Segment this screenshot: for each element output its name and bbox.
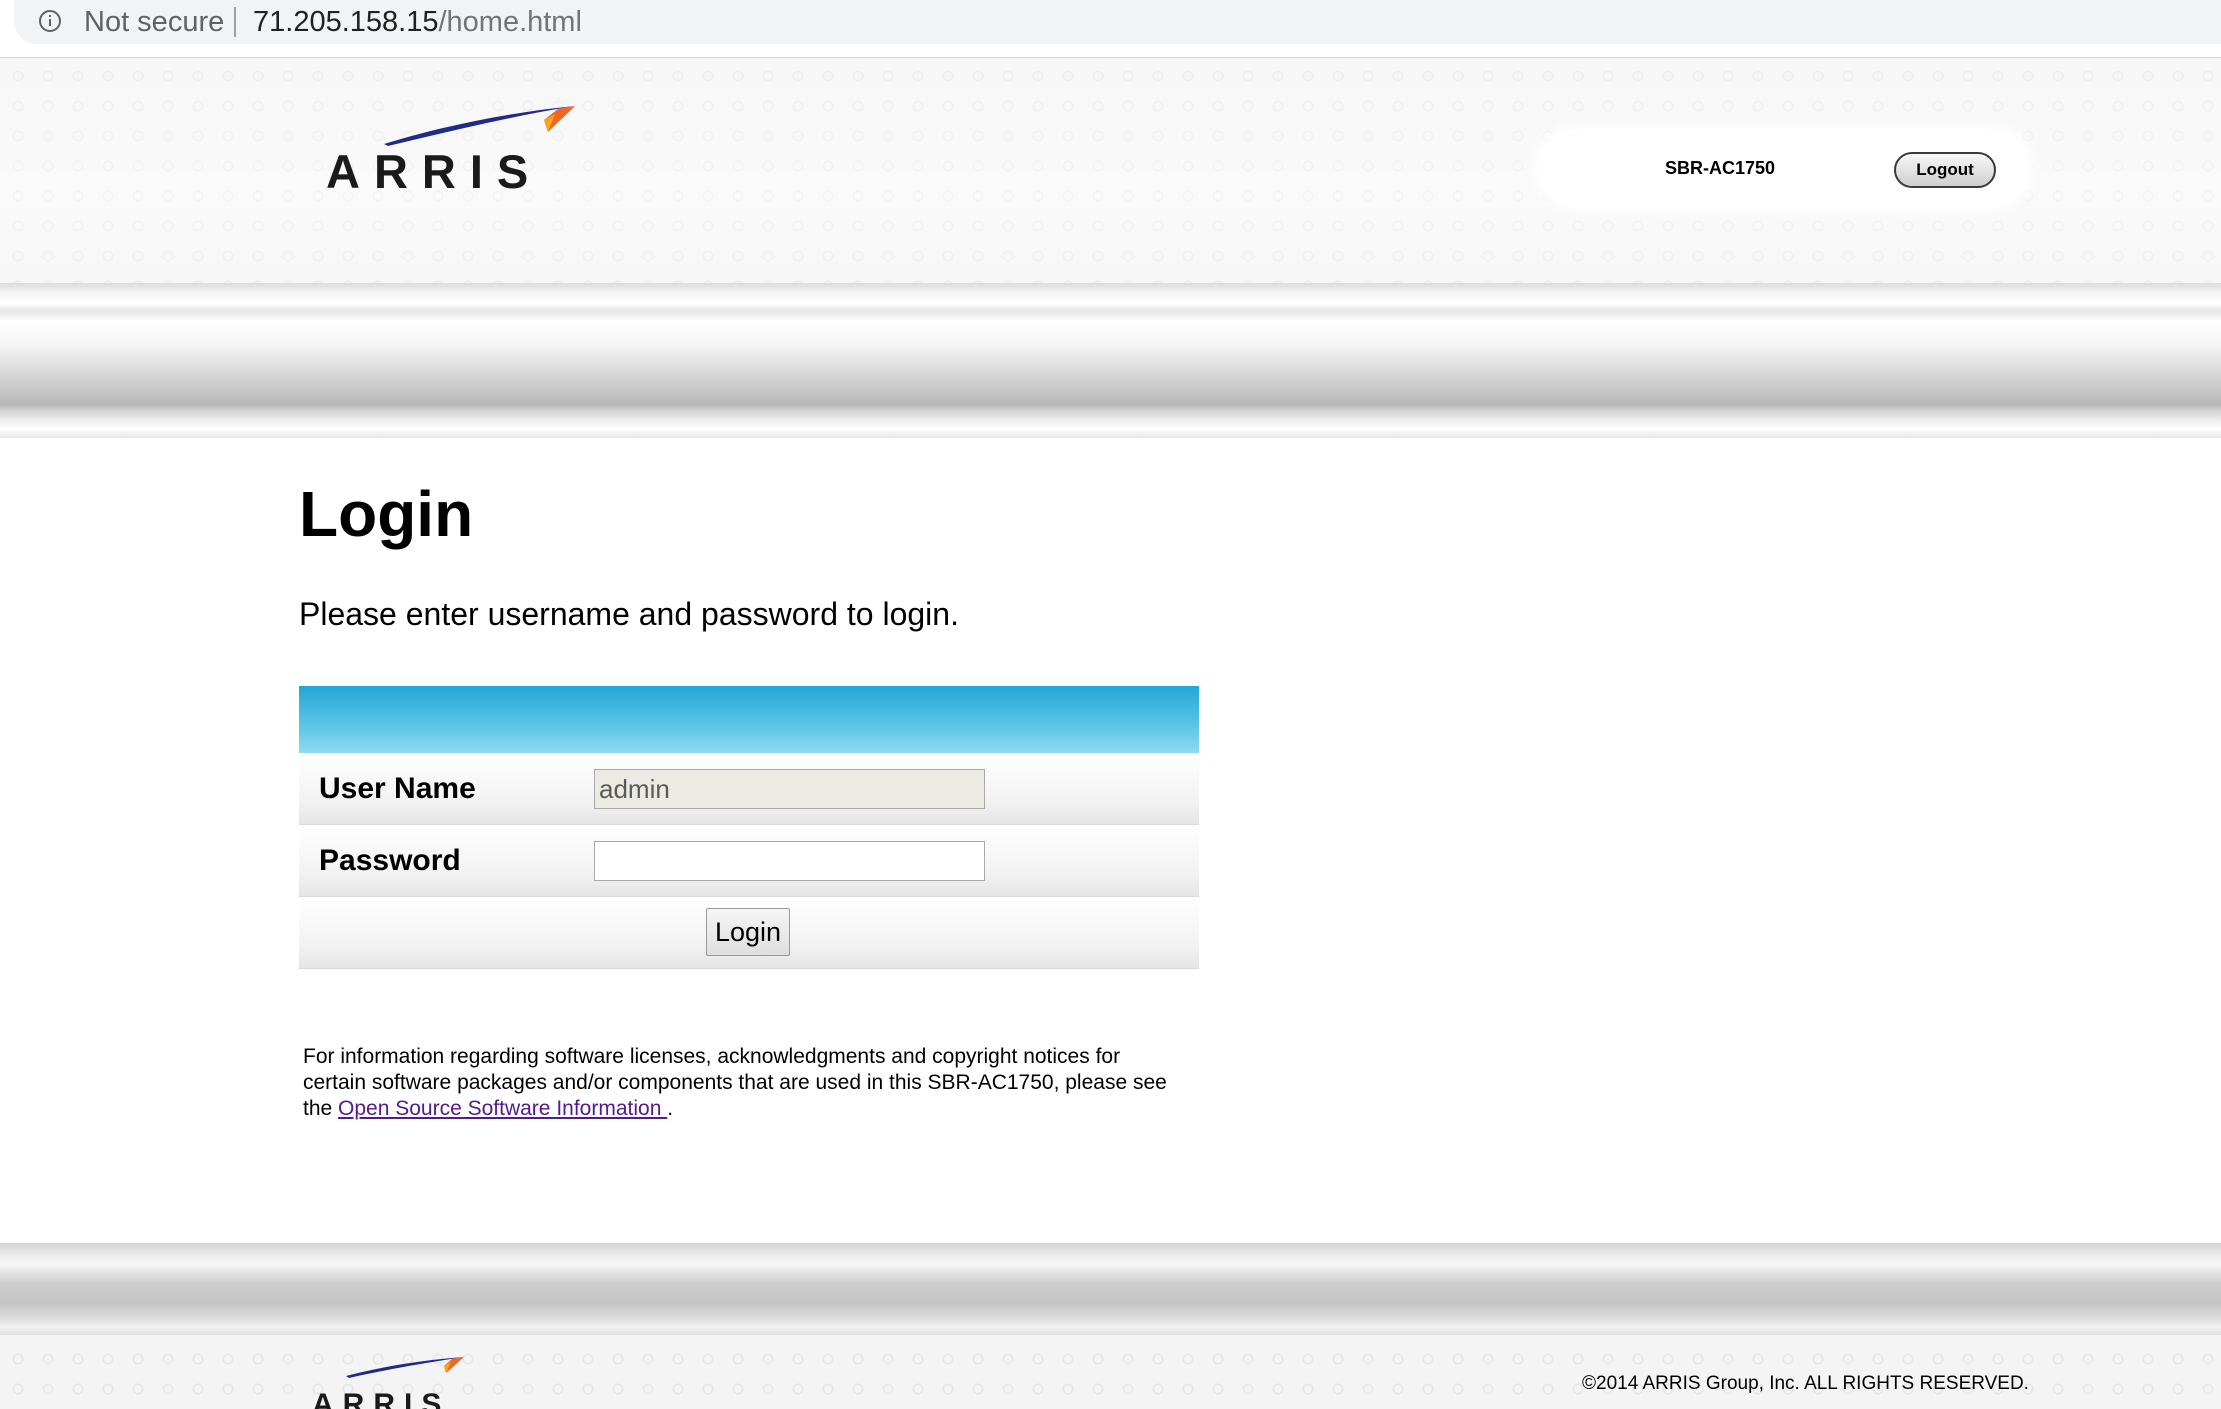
- info-circle-icon[interactable]: [38, 9, 62, 33]
- address-separator: [234, 7, 236, 37]
- logout-button[interactable]: Logout: [1894, 152, 1996, 188]
- password-label: Password: [319, 844, 461, 877]
- footer-brand-text: ARRIS: [312, 1388, 451, 1409]
- footer-logo: ARRIS: [300, 1354, 500, 1409]
- url-text[interactable]: 71.205.158.15/home.html: [253, 4, 582, 40]
- navigation-band: [0, 283, 2221, 438]
- oss-notice: For information regarding software licen…: [303, 1044, 1183, 1122]
- login-form-header: [299, 686, 1199, 753]
- browser-address-bar: Not secure 71.205.158.15/home.html: [0, 0, 2221, 58]
- login-button[interactable]: Login: [706, 908, 790, 956]
- oss-notice-end: .: [667, 1097, 674, 1120]
- device-name: SBR-AC1750: [1665, 158, 1776, 178]
- copyright-text: ©2014 ARRIS Group, Inc. ALL RIGHTS RESER…: [1582, 1373, 2029, 1394]
- footer-band: [0, 1243, 2221, 1335]
- security-status-label[interactable]: Not secure: [84, 4, 224, 40]
- password-row: Password: [299, 825, 1199, 897]
- page-subtitle: Please enter username and password to lo…: [299, 596, 959, 632]
- page-root: Not secure 71.205.158.15/home.html ARRIS…: [0, 0, 2221, 1409]
- password-field[interactable]: [594, 841, 985, 881]
- page-title: Login: [299, 478, 474, 550]
- brand-logo-text: ARRIS: [326, 145, 543, 198]
- username-field[interactable]: [594, 769, 985, 809]
- url-host: 71.205.158.15: [253, 6, 439, 38]
- username-label: User Name: [319, 772, 476, 805]
- username-row: User Name: [299, 753, 1199, 825]
- url-path: /home.html: [438, 6, 582, 38]
- open-source-info-link[interactable]: Open Source Software Information: [338, 1097, 667, 1120]
- login-button-row: Login: [299, 897, 1199, 969]
